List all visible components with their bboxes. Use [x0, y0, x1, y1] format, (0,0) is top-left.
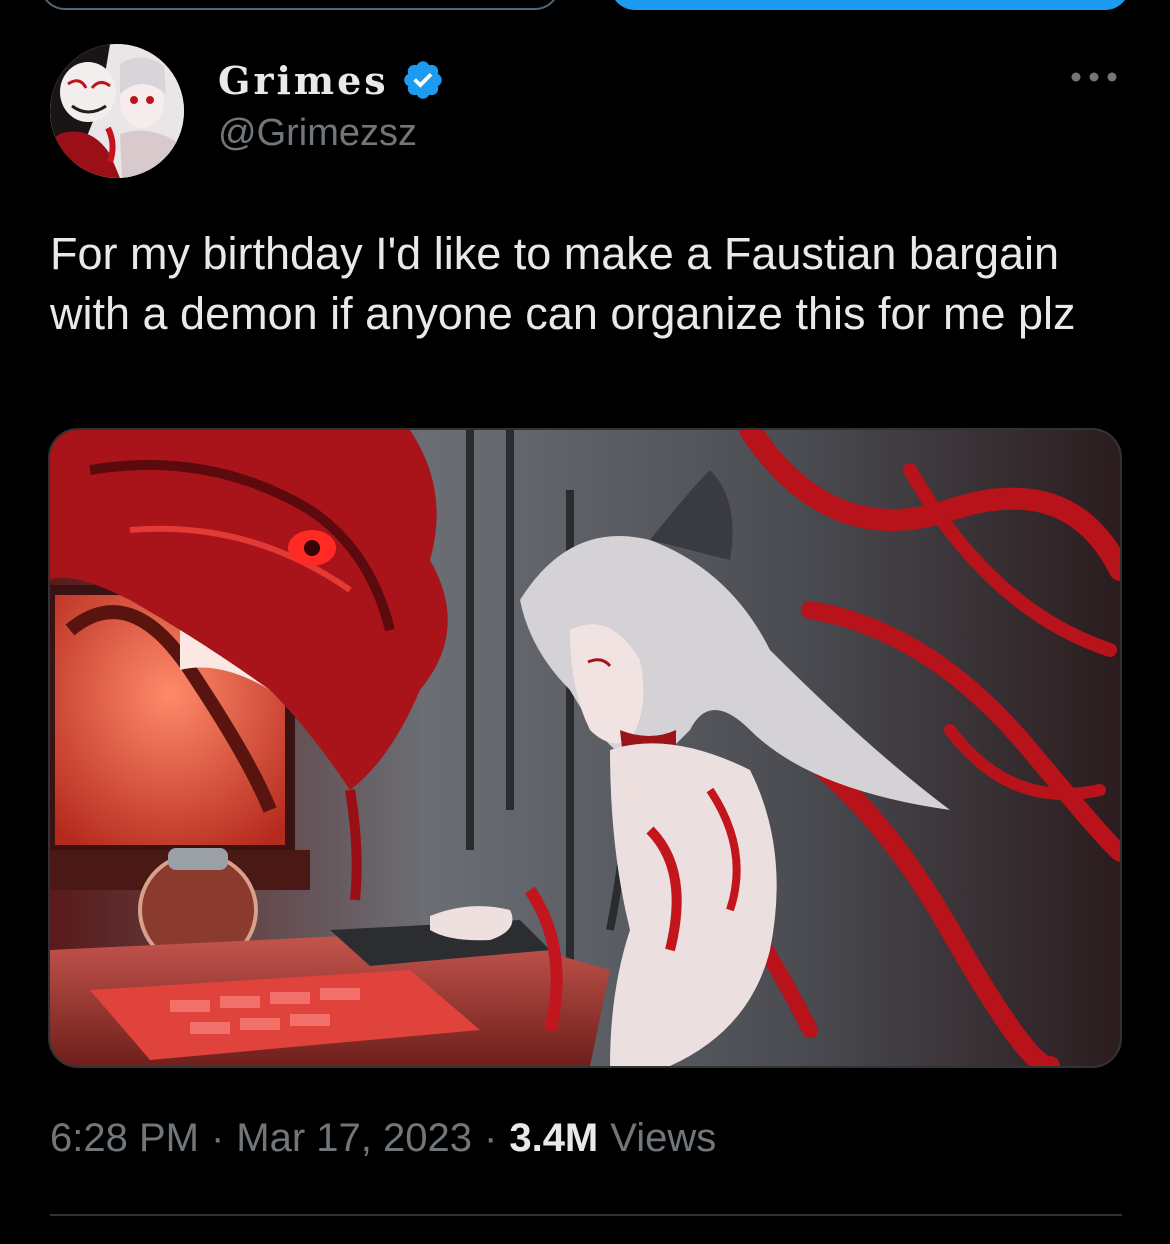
meta-separator: ·	[484, 1116, 498, 1160]
primary-action-button[interactable]	[610, 0, 1130, 10]
more-options-icon[interactable]	[1068, 62, 1120, 92]
author-name-row: Grimes	[218, 56, 445, 104]
follow-outline-button[interactable]	[40, 0, 560, 10]
tweet-meta: 6:28 PM · Mar 17, 2023 · 3.4M Views	[50, 1116, 716, 1161]
author-handle[interactable]: @Grimezsz	[218, 112, 417, 155]
verified-badge-icon	[403, 61, 442, 99]
divider	[50, 1214, 1122, 1216]
display-name[interactable]: Grimes	[218, 58, 389, 103]
views-count[interactable]: 3.4M	[509, 1116, 598, 1161]
tweet-time[interactable]: 6:28 PM	[50, 1116, 199, 1161]
tweet-text: For my birthday I'd like to make a Faust…	[50, 228, 1076, 339]
tweet-date[interactable]: Mar 17, 2023	[236, 1116, 472, 1161]
views-label[interactable]: Views	[610, 1116, 716, 1161]
avatar[interactable]	[50, 44, 184, 178]
tweet-media-image[interactable]	[48, 428, 1122, 1068]
meta-separator: ·	[210, 1116, 225, 1160]
